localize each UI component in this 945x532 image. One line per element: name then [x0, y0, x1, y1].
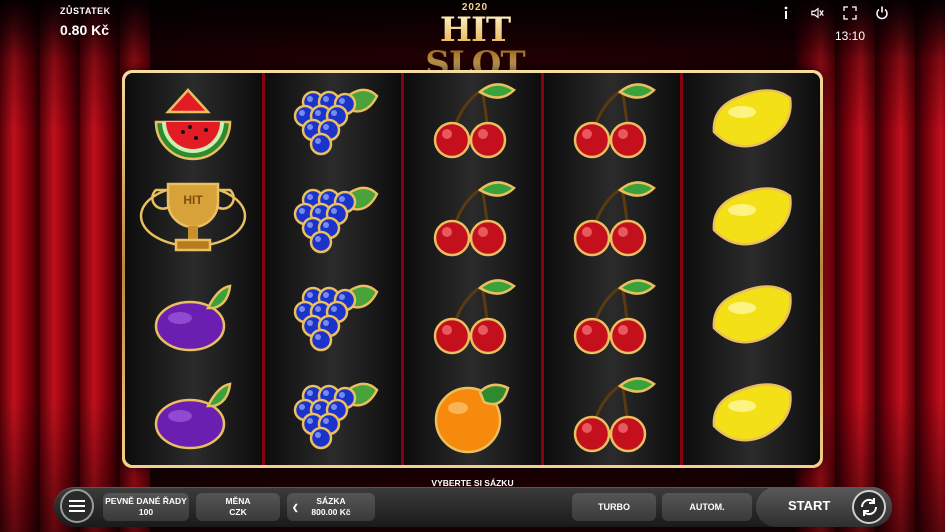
reel-3	[404, 73, 544, 465]
grapes-icon	[278, 274, 388, 362]
reel-5	[683, 73, 820, 465]
autoplay-button[interactable]: AUTOM.	[662, 493, 752, 521]
cherries-icon	[557, 176, 667, 264]
reels-frame: HIT	[122, 70, 823, 468]
menu-button[interactable]	[60, 489, 94, 523]
cherries-icon	[417, 176, 527, 264]
cherries-icon	[557, 372, 667, 460]
reel-1: HIT	[125, 73, 265, 465]
lemon-icon	[697, 372, 807, 460]
reel-4	[543, 73, 684, 465]
orange-icon	[417, 372, 527, 460]
plum-icon	[138, 372, 248, 460]
currency-value: CZK	[229, 507, 247, 517]
bet-label: SÁZKA	[316, 496, 346, 506]
grapes-icon	[278, 176, 388, 264]
lemon-icon	[697, 274, 807, 362]
cherries-icon	[557, 274, 667, 362]
start-label: START	[788, 498, 831, 513]
cherries-icon	[557, 78, 667, 166]
sound-icon[interactable]	[811, 6, 825, 20]
hamburger-icon	[69, 500, 85, 512]
clock: 13:10	[834, 29, 865, 43]
turbo-button[interactable]: TURBO	[572, 493, 656, 521]
svg-text:HIT: HIT	[184, 193, 204, 207]
bet-button[interactable]: ❮ SÁZKA 800.00 Kč	[287, 493, 375, 521]
lemon-icon	[697, 176, 807, 264]
plum-icon	[138, 274, 248, 362]
game-logo: 2020 HIT SLOT	[395, 2, 555, 81]
balance-label: ZŮSTATEK	[60, 6, 111, 16]
fullscreen-icon[interactable]	[843, 6, 857, 20]
currency-button[interactable]: MĚNA CZK	[196, 493, 280, 521]
reel-2	[264, 73, 405, 465]
lemon-icon	[697, 78, 807, 166]
grapes-icon	[278, 372, 388, 460]
info-icon[interactable]	[779, 6, 793, 20]
power-icon[interactable]	[875, 6, 889, 20]
top-icons	[779, 6, 889, 20]
cherries-icon	[417, 274, 527, 362]
grapes-icon	[278, 78, 388, 166]
trophy-icon: HIT	[138, 176, 248, 264]
cherries-icon	[417, 78, 527, 166]
autoplay-label: AUTOM.	[689, 501, 725, 512]
reels[interactable]: HIT	[125, 73, 820, 465]
lines-label: PEVNĚ DANÉ ŘADY	[105, 496, 187, 506]
bet-value: 800.00 Kč	[311, 507, 351, 517]
fixed-lines-button[interactable]: PEVNĚ DANÉ ŘADY 100	[103, 493, 189, 521]
currency-label: MĚNA	[225, 496, 251, 506]
balance-value: 0.80 Kč	[60, 22, 110, 38]
watermelon-icon	[138, 78, 248, 166]
balance: ZŮSTATEK 0.80 Kč	[60, 6, 111, 38]
turbo-label: TURBO	[598, 501, 630, 512]
chevron-left-icon: ❮	[292, 503, 299, 512]
spin-icon	[852, 490, 886, 524]
lines-value: 100	[138, 507, 154, 517]
start-button[interactable]: START	[756, 487, 892, 527]
